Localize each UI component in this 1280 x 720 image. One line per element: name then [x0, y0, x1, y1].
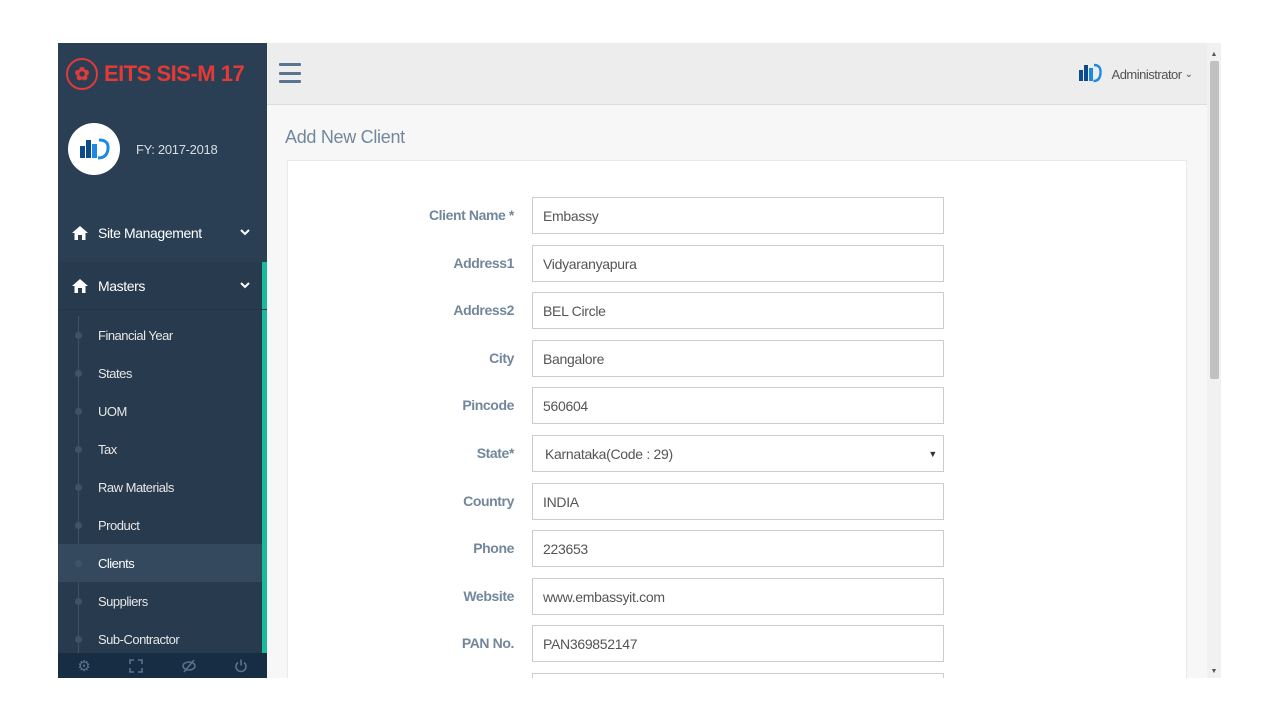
app-window: ✿ EITS SIS-M 17 FY: 2017-2018 Site Manag…	[58, 43, 1221, 678]
scrollbar-thumb[interactable]	[1210, 61, 1219, 379]
form-row-phone: Phone	[288, 530, 1188, 568]
bullet-icon	[75, 408, 82, 415]
company-logo-icon	[68, 123, 120, 175]
page-title: Add New Client	[285, 127, 405, 147]
sidebar-item-states[interactable]: States	[58, 354, 262, 392]
sidebar-item-label: Masters	[98, 277, 145, 294]
website-label: Website	[463, 588, 514, 604]
client-name-label: Client Name *	[428, 207, 514, 223]
home-icon	[72, 226, 88, 240]
country-label: Country	[463, 493, 514, 509]
client-name-input[interactable]	[532, 197, 944, 234]
page-scrollbar[interactable]: ▲ ▼	[1207, 43, 1221, 678]
form-row-next	[288, 673, 1188, 678]
sidebar-item-label: Tax	[98, 441, 117, 457]
menu-toggle-icon[interactable]	[279, 63, 301, 83]
main-content: Add New Client Client Name * Address1 Ad…	[267, 105, 1207, 678]
address2-label: Address2	[453, 302, 514, 318]
form-row-city: City	[288, 340, 1188, 378]
form-row-country: Country	[288, 483, 1188, 521]
caret-down-icon: ▼	[928, 449, 937, 459]
top-navbar: Administrator ⌄	[267, 43, 1207, 105]
brand-title: EITS SIS-M 17	[104, 61, 245, 86]
sidebar-item-tax[interactable]: Tax	[58, 430, 262, 468]
phone-input[interactable]	[532, 530, 944, 567]
masters-submenu: Financial Year States UOM Tax Raw Materi…	[58, 316, 262, 676]
bullet-icon	[75, 446, 82, 453]
state-label: State*	[476, 445, 515, 461]
scroll-down-arrow-icon[interactable]: ▼	[1207, 664, 1221, 678]
eye-slash-icon[interactable]	[180, 657, 198, 675]
brand[interactable]: ✿ EITS SIS-M 17	[58, 43, 267, 105]
bullet-icon	[75, 560, 82, 567]
power-off-icon[interactable]	[232, 657, 250, 675]
next-field-input[interactable]	[532, 673, 944, 678]
address1-label: Address1	[453, 255, 514, 271]
scroll-up-arrow-icon[interactable]: ▲	[1207, 47, 1221, 61]
sidebar-item-financial-year[interactable]: Financial Year	[58, 316, 262, 354]
bullet-icon	[75, 370, 82, 377]
bullet-icon	[75, 484, 82, 491]
form-row-client-name: Client Name *	[288, 197, 1188, 235]
sidebar-item-product[interactable]: Product	[58, 506, 262, 544]
client-form-panel: Client Name * Address1 Address2 City Pin…	[287, 160, 1187, 678]
address2-input[interactable]	[532, 292, 944, 329]
phone-label: Phone	[473, 540, 514, 556]
pan-input[interactable]	[532, 625, 944, 662]
bullet-icon	[75, 332, 82, 339]
state-selected-value: Karnataka(Code : 29)	[545, 445, 673, 462]
financial-year-label: FY: 2017-2018	[136, 141, 218, 157]
home-icon	[72, 278, 88, 293]
state-select[interactable]: Karnataka(Code : 29) ▼	[532, 435, 944, 472]
address1-input[interactable]	[532, 245, 944, 282]
city-label: City	[489, 350, 514, 366]
sidebar-item-label: Product	[98, 517, 140, 533]
sidebar-item-raw-materials[interactable]: Raw Materials	[58, 468, 262, 506]
sidebar-item-label: Financial Year	[98, 327, 173, 343]
sidebar-item-masters[interactable]: Masters	[58, 262, 267, 310]
sidebar-item-label: Clients	[98, 555, 135, 571]
chevron-down-icon	[240, 229, 250, 236]
form-row-website: Website	[288, 578, 1188, 616]
profile: FY: 2017-2018	[58, 121, 267, 177]
sidebar-item-site-management[interactable]: Site Management	[58, 209, 267, 257]
pincode-input[interactable]	[532, 387, 944, 424]
sidebar-item-label: Suppliers	[98, 593, 148, 609]
company-logo-icon	[1078, 63, 1102, 83]
country-input[interactable]	[532, 483, 944, 520]
bullet-icon	[75, 522, 82, 529]
sidebar-footer: ⚙	[58, 653, 267, 678]
form-row-state: State* Karnataka(Code : 29) ▼	[288, 435, 1188, 473]
form-row-pan: PAN No.	[288, 625, 1188, 663]
chevron-down-icon: ⌄	[1184, 68, 1193, 80]
paw-logo-icon: ✿	[66, 58, 98, 90]
form-row-address2: Address2	[288, 292, 1188, 330]
sidebar: ✿ EITS SIS-M 17 FY: 2017-2018 Site Manag…	[58, 43, 267, 678]
sidebar-item-clients[interactable]: Clients	[58, 544, 262, 582]
city-input[interactable]	[532, 340, 944, 377]
pan-label: PAN No.	[461, 635, 515, 651]
masters-section: Masters Financial Year States UOM Tax Ra…	[58, 262, 267, 678]
website-input[interactable]	[532, 578, 944, 615]
chevron-down-icon	[240, 282, 250, 289]
fullscreen-icon[interactable]	[127, 657, 145, 675]
sidebar-item-label: Raw Materials	[98, 479, 174, 495]
form-row-address1: Address1	[288, 245, 1188, 283]
sidebar-item-suppliers[interactable]: Suppliers	[58, 582, 262, 620]
pincode-label: Pincode	[462, 397, 514, 413]
bullet-icon	[75, 636, 82, 643]
sidebar-item-label: UOM	[98, 403, 127, 419]
sidebar-item-uom[interactable]: UOM	[58, 392, 262, 430]
bullet-icon	[75, 598, 82, 605]
settings-gear-icon[interactable]: ⚙	[75, 657, 93, 675]
sidebar-item-label: Site Management	[98, 225, 202, 241]
sidebar-item-label: States	[98, 365, 132, 381]
form-row-pincode: Pincode	[288, 387, 1188, 425]
user-menu[interactable]: Administrator ⌄	[1078, 61, 1193, 87]
sidebar-item-label: Sub-Contractor	[98, 631, 180, 647]
user-name: Administrator	[1111, 66, 1183, 82]
